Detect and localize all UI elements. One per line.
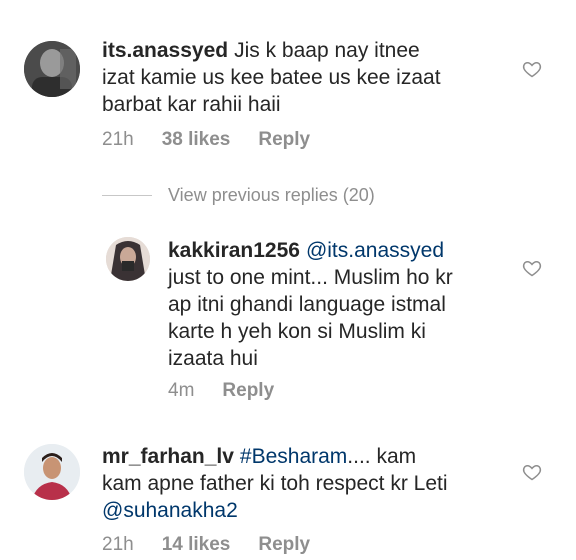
comment-time: 21h (102, 129, 134, 150)
comment-text: kakkiran1256 @its.anassyed just to one mi… (168, 237, 508, 372)
comment-username[interactable]: kakkiran1256 (168, 239, 300, 262)
view-previous-label: View previous replies (20) (168, 184, 375, 205)
avatar[interactable] (106, 237, 150, 281)
comment-text: its.anassyed Jis k baap nay itnee izat ka… (102, 37, 502, 118)
comment-username[interactable]: mr_farhan_lv (102, 445, 234, 468)
avatar[interactable] (24, 444, 80, 500)
avatar-photo (24, 444, 80, 500)
comment-time: 4m (168, 380, 195, 401)
comment-line: .... kam (347, 445, 417, 468)
mention-link[interactable]: @its.anassyed (306, 239, 444, 262)
heart-icon[interactable] (522, 258, 542, 278)
comment-text: mr_farhan_lv #Besharam.... kam kam apne f… (102, 443, 522, 524)
reply-button[interactable]: Reply (258, 129, 310, 150)
comment-line: izat kamie us kee batee us kee izaat (102, 66, 441, 89)
comment-line: just to one mint... Muslim ho kr (168, 266, 453, 289)
comment-meta: 4m Reply (168, 380, 302, 402)
comment-line: kam apne father ki toh respect kr Leti (102, 472, 448, 495)
comment-meta: 21h 38 likes Reply (102, 129, 338, 151)
comment-username[interactable]: its.anassyed (102, 39, 228, 62)
hashtag-link[interactable]: #Besharam (240, 445, 347, 468)
comment-time: 21h (102, 534, 134, 555)
likes-count[interactable]: 38 likes (162, 129, 231, 150)
avatar-photo (24, 41, 80, 97)
view-previous-replies[interactable]: View previous replies (20) (102, 183, 375, 207)
avatar[interactable] (24, 41, 80, 97)
avatar-photo (106, 237, 150, 281)
comment-line: karte h yeh kon si Muslim ki (168, 320, 426, 343)
heart-icon[interactable] (522, 59, 542, 79)
comment-meta: 21h 14 likes Reply (102, 534, 338, 556)
reply-button[interactable]: Reply (222, 380, 274, 401)
comment-line: Jis k baap nay itnee (234, 39, 420, 62)
comment-line: ap itni ghandi language istmal (168, 293, 446, 316)
mention-link[interactable]: @suhanakha2 (102, 499, 238, 522)
heart-icon[interactable] (522, 462, 542, 482)
comment-line: izaata hui (168, 347, 258, 370)
likes-count[interactable]: 14 likes (162, 534, 231, 555)
divider-line (102, 194, 152, 196)
comment-line: barbat kar rahii haii (102, 93, 281, 116)
reply-button[interactable]: Reply (258, 534, 310, 555)
